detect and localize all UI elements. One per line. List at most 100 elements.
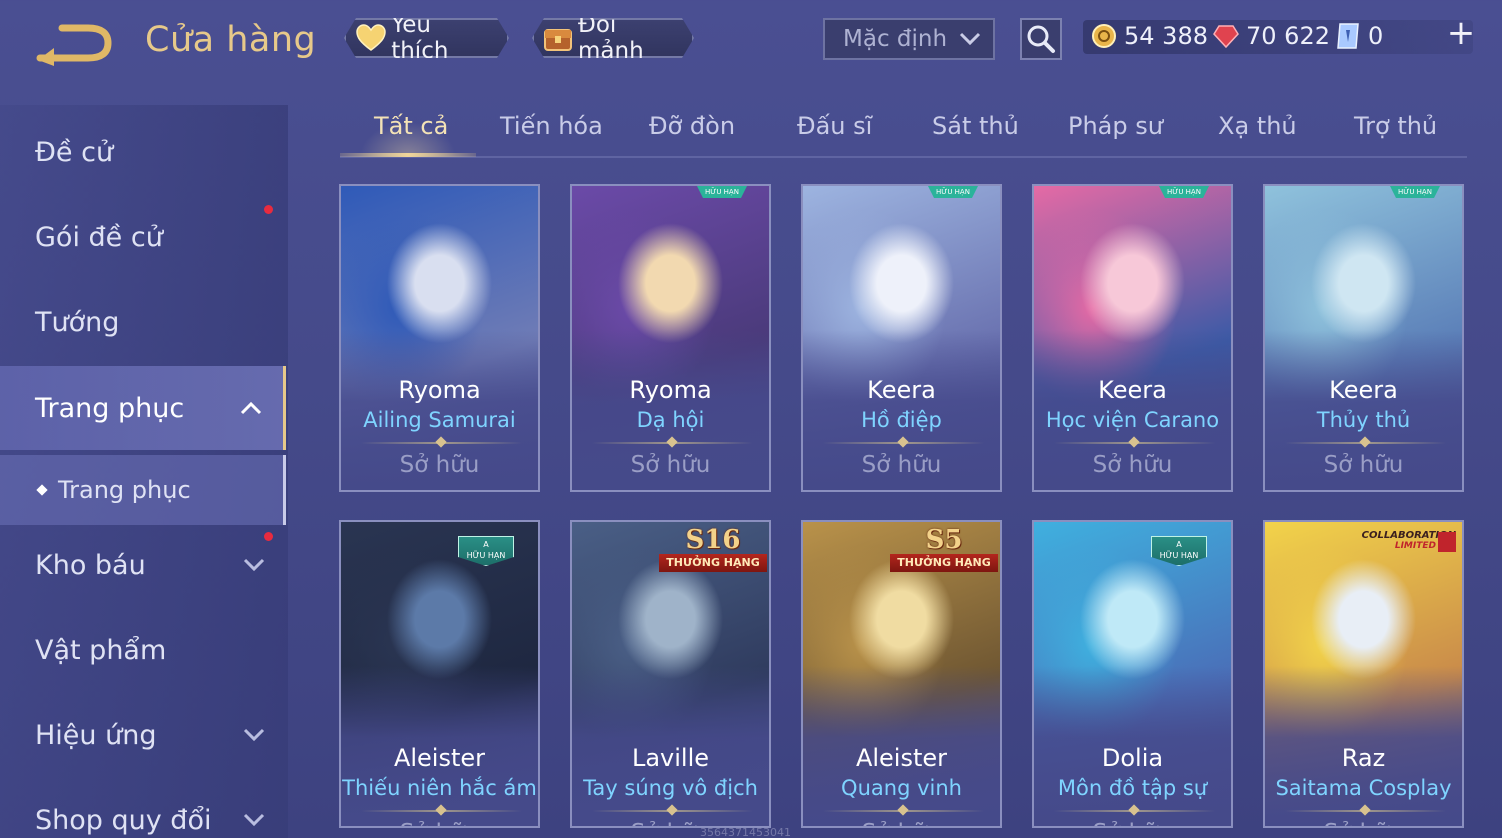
badge-text: HỮU HẠN (1159, 551, 1199, 560)
tab-tank[interactable]: Đỡ đòn (649, 112, 735, 140)
sidebar-item-effects[interactable]: Hiệu ứng (0, 703, 286, 767)
hero-name: Aleister (393, 744, 486, 772)
skin-name: Saitama Cosplay (1275, 776, 1452, 800)
ownership-status: Sở hữu (341, 820, 538, 826)
sidebar-item-label: Hiệu ứng (35, 719, 157, 751)
tab-fighter[interactable]: Đấu sĩ (797, 112, 872, 140)
rank-reward-badge: S5 THƯỞNG HẠNG (888, 526, 1000, 576)
tab-evolution[interactable]: Tiến hóa (500, 112, 603, 140)
collab-mark-icon (1438, 532, 1456, 552)
favorites-label: Yêu thích (391, 12, 449, 64)
ownership-status: Sở hữu (1323, 452, 1404, 478)
treasure-chest-icon (542, 21, 574, 55)
rank-reward-label: THƯỞNG HẠNG (890, 554, 998, 572)
notification-dot (264, 532, 273, 541)
exchange-label: Đổi mảnh (578, 12, 644, 64)
sidebar-item-label: Đề cử (35, 136, 114, 168)
sidebar-item-items[interactable]: Vật phẩm (0, 618, 286, 682)
chevron-down-icon (959, 26, 981, 52)
hero-name: Aleister (855, 744, 948, 772)
card-divider (1285, 810, 1446, 812)
tab-marksman[interactable]: Xạ thủ (1218, 112, 1297, 140)
voucher-balance: 0 (1334, 18, 1383, 54)
badge-grade: A (1176, 540, 1182, 549)
collab-limited-label: LIMITED (1394, 541, 1436, 551)
limited-badge: HỮU HẠN (928, 186, 978, 198)
collaboration-badge: COLLABORATION LIMITED (1346, 530, 1456, 556)
skin-card[interactable]: HỮU HẠN Keera Học viện Carano Sở hữu (1032, 184, 1233, 492)
season-label: S5 (925, 525, 963, 555)
voucher-card-icon (1334, 22, 1362, 50)
rank-reward-badge: S16 THƯỞNG HẠNG (657, 526, 769, 576)
skin-card[interactable]: HỮU HẠN Keera Hồ điệp Sở hữu (801, 184, 1002, 492)
back-arrow-icon (36, 24, 112, 66)
skin-card[interactable]: COLLABORATION LIMITED Raz Saitama Cospla… (1263, 520, 1464, 828)
sidebar-item-label: Vật phẩm (35, 634, 167, 666)
limited-badge: HỮU HẠN (697, 186, 747, 198)
sidebar-item-skins[interactable]: Trang phục (0, 366, 286, 450)
tab-assassin[interactable]: Sát thủ (932, 112, 1019, 140)
sidebar-item-recommended[interactable]: Đề cử (0, 120, 286, 184)
ruby-gem-icon (1212, 22, 1240, 50)
hero-name: Laville (631, 744, 710, 772)
sidebar-item-label: Gói đề cử (35, 221, 163, 253)
tab-support[interactable]: Trợ thủ (1354, 112, 1437, 140)
skin-card[interactable]: HỮU HẠN Ryoma Dạ hội Sở hữu (570, 184, 771, 492)
skin-name: Môn đồ tập sự (1057, 776, 1208, 800)
hero-name: Raz (1341, 744, 1386, 772)
role-tabs: Tất cả Tiến hóa Đỡ đòn Đấu sĩ Sát thủ Ph… (340, 100, 1467, 158)
ownership-status: Sở hữu (1265, 820, 1462, 826)
ownership-status: Sở hữu (1092, 452, 1173, 478)
sort-dropdown[interactable]: Mặc định (823, 18, 995, 60)
sidebar-item-recommended-bundles[interactable]: Gói đề cử (0, 205, 286, 269)
hero-name: Keera (867, 376, 936, 404)
tab-mage[interactable]: Pháp sư (1068, 112, 1163, 140)
sidebar-item-label: Trang phục (58, 476, 191, 504)
sort-selected-value: Mặc định (843, 26, 948, 52)
favorites-button[interactable]: Yêu thích (344, 18, 509, 58)
sidebar-item-treasure[interactable]: Kho báu (0, 533, 286, 597)
notification-dot (264, 205, 273, 214)
skin-card[interactable]: Ryoma Ailing Samurai Sở hữu (339, 184, 540, 492)
skin-card[interactable]: HỮU HẠN Keera Thủy thủ Sở hữu (1263, 184, 1464, 492)
skin-name: Thủy thủ (1316, 408, 1411, 432)
sidebar-item-label: Shop quy đổi (35, 804, 212, 836)
voucher-amount: 0 (1368, 22, 1384, 50)
skin-name: Dạ hội (636, 408, 705, 432)
skin-card[interactable]: A HỮU HẠN Dolia Môn đồ tập sự Sở hữu (1032, 520, 1233, 828)
card-divider (1285, 442, 1446, 444)
skin-card[interactable]: S16 THƯỞNG HẠNG Laville Tay súng vô địch… (570, 520, 771, 828)
heart-icon (354, 21, 387, 55)
sidebar-subitem-skins[interactable]: Trang phục (0, 455, 286, 525)
card-divider (1054, 810, 1215, 812)
skin-name: Thiếu niên hắc ám (342, 776, 537, 800)
skin-card[interactable]: A HỮU HẠN Aleister Thiếu niên hắc ám Sở h… (339, 520, 540, 828)
page-title: Cửa hàng (145, 20, 317, 60)
chevron-down-icon (242, 808, 266, 832)
bullet-diamond-icon (36, 484, 48, 496)
card-divider (1054, 442, 1215, 444)
card-divider (361, 442, 522, 444)
search-icon (1027, 25, 1055, 53)
card-divider (823, 810, 984, 812)
tab-all[interactable]: Tất cả (374, 112, 448, 140)
search-button[interactable] (1020, 18, 1062, 60)
ruby-amount: 70 622 (1246, 22, 1330, 50)
season-label: S16 (685, 525, 741, 555)
skin-name: Học viện Carano (1045, 408, 1220, 432)
sidebar-item-label: Tướng (35, 306, 120, 338)
badge-grade: A (483, 540, 489, 549)
sidebar-item-label: Kho báu (35, 549, 146, 581)
skin-name: Tay súng vô địch (583, 776, 758, 800)
skin-card[interactable]: S5 THƯỞNG HẠNG Aleister Quang vinh Sở hữ… (801, 520, 1002, 828)
sidebar-item-exchange-shop[interactable]: Shop quy đổi (0, 788, 286, 838)
sidebar-item-heroes[interactable]: Tướng (0, 290, 286, 354)
back-button[interactable] (34, 20, 114, 66)
gold-amount: 54 388 (1124, 22, 1208, 50)
add-currency-button[interactable]: + (1446, 16, 1476, 52)
exchange-shards-button[interactable]: Đổi mảnh (532, 18, 694, 58)
gold-coin-icon (1090, 22, 1118, 50)
limited-badge: HỮU HẠN (1390, 186, 1440, 198)
hero-name: Ryoma (398, 376, 481, 404)
watermark-id: 3564371453041 (700, 826, 791, 838)
